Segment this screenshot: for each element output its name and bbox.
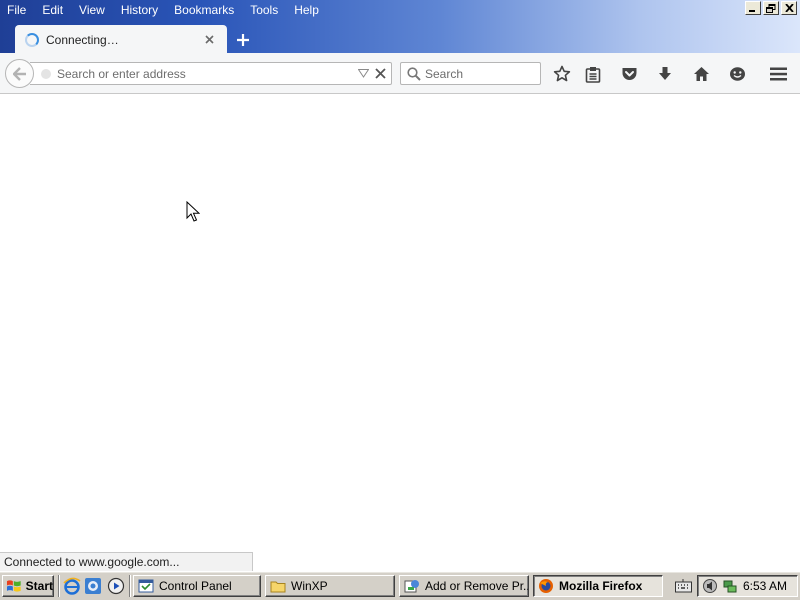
- minimize-icon: [749, 10, 755, 12]
- menu-help[interactable]: Help: [286, 0, 327, 20]
- internet-explorer-icon[interactable]: [63, 577, 81, 595]
- reading-list-button[interactable]: [582, 63, 604, 85]
- menu-edit[interactable]: Edit: [34, 0, 71, 20]
- mouse-cursor-icon: [186, 201, 200, 222]
- firefox-icon: [539, 579, 553, 593]
- site-identity-icon[interactable]: [41, 69, 51, 79]
- tab-active[interactable]: Connecting…: [15, 25, 227, 54]
- task-add-remove-programs[interactable]: Add or Remove Pr...: [399, 575, 529, 597]
- url-bar[interactable]: [30, 62, 392, 85]
- folder-icon: [270, 581, 286, 593]
- close-icon: [204, 35, 214, 44]
- hello-button[interactable]: [726, 63, 748, 85]
- tab-title: Connecting…: [46, 32, 119, 47]
- close-icon: [784, 4, 794, 12]
- page-content[interactable]: [0, 94, 800, 571]
- url-input[interactable]: [57, 65, 347, 82]
- hamburger-menu-icon: [769, 67, 787, 81]
- reading-list-icon: [585, 66, 601, 83]
- menu-view[interactable]: View: [71, 0, 113, 20]
- plus-icon: [237, 34, 249, 46]
- volume-icon[interactable]: [702, 578, 718, 594]
- new-tab-button[interactable]: [234, 31, 252, 49]
- firefox-icon[interactable]: [84, 577, 102, 595]
- menu-history[interactable]: History: [113, 0, 166, 20]
- window-controls: [745, 1, 797, 15]
- home-icon: [693, 67, 709, 81]
- task-label: WinXP: [291, 579, 328, 593]
- windows-taskbar: Start Control Panel WinXP Add or Remove …: [0, 571, 800, 600]
- pocket-icon: [622, 68, 636, 80]
- task-label: Control Panel: [159, 579, 232, 593]
- start-label: Start: [25, 579, 53, 593]
- search-icon: [407, 67, 421, 81]
- browser-titlebar: File Edit View History Bookmarks Tools H…: [0, 0, 800, 54]
- navigation-toolbar: [0, 53, 800, 94]
- task-label: Mozilla Firefox: [559, 579, 643, 593]
- menu-file[interactable]: File: [0, 0, 34, 20]
- close-window-button[interactable]: [781, 1, 797, 15]
- back-arrow-icon: [12, 66, 26, 81]
- open-menu-button[interactable]: [767, 63, 789, 85]
- menu-tools[interactable]: Tools: [242, 0, 286, 20]
- start-button[interactable]: Start: [2, 575, 54, 597]
- loading-spinner-icon: [25, 32, 39, 47]
- star-icon: [553, 65, 571, 82]
- smiley-icon: [729, 67, 745, 81]
- pocket-button[interactable]: [618, 63, 640, 85]
- network-icon[interactable]: [722, 578, 738, 594]
- search-bar[interactable]: [400, 62, 541, 85]
- taskbar-separator: [58, 575, 60, 597]
- search-input[interactable]: [425, 65, 535, 82]
- task-label: Add or Remove Pr...: [425, 579, 529, 593]
- task-winxp-folder[interactable]: WinXP: [265, 575, 395, 597]
- status-panel: Connected to www.google.com...: [0, 552, 253, 571]
- system-tray: 6:53 AM: [697, 575, 798, 597]
- restore-icon: [766, 3, 776, 13]
- task-control-panel[interactable]: Control Panel: [133, 575, 261, 597]
- stop-icon[interactable]: [375, 68, 386, 79]
- tab-close-button[interactable]: [201, 32, 217, 48]
- back-button[interactable]: [5, 59, 34, 88]
- download-icon: [659, 67, 671, 80]
- keyboard-language-icon[interactable]: [675, 579, 692, 593]
- menu-bookmarks[interactable]: Bookmarks: [166, 0, 242, 20]
- bookmark-star-button[interactable]: [551, 63, 573, 85]
- restore-button[interactable]: [763, 1, 779, 15]
- history-dropdown-icon[interactable]: [358, 69, 369, 78]
- media-player-icon[interactable]: [107, 577, 125, 595]
- task-mozilla-firefox[interactable]: Mozilla Firefox: [533, 575, 663, 597]
- home-button[interactable]: [690, 63, 712, 85]
- downloads-button[interactable]: [654, 63, 676, 85]
- taskbar-separator: [129, 575, 131, 597]
- control-panel-icon: [138, 579, 154, 593]
- windows-flag-icon: [6, 580, 21, 592]
- menu-bar: File Edit View History Bookmarks Tools H…: [0, 0, 327, 20]
- minimize-button[interactable]: [745, 1, 761, 15]
- add-remove-programs-icon: [404, 580, 419, 593]
- clock[interactable]: 6:53 AM: [743, 579, 787, 593]
